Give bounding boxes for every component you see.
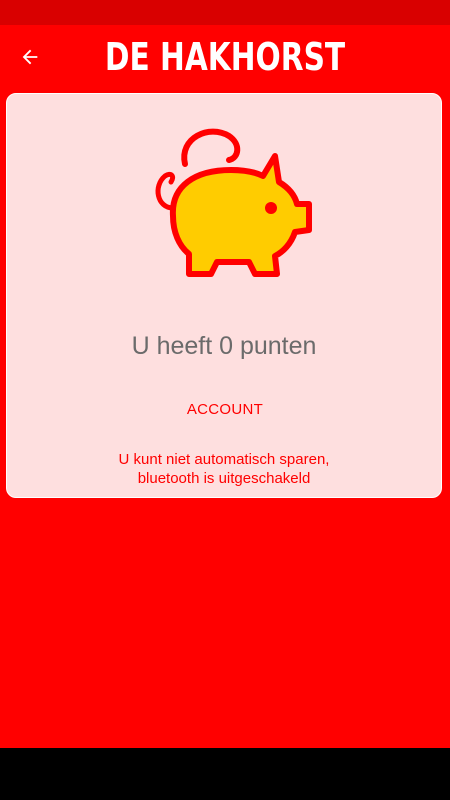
app-title: DE HAKHORST [104,35,346,79]
status-bar [0,0,450,25]
navigation-bar [0,748,450,800]
bluetooth-warning-line-2: bluetooth is uitgeschakeld [137,470,311,487]
points-balance: U heeft 0 punten [131,332,317,360]
bluetooth-warning: U kunt niet automatisch sparen, bluetoot… [27,450,421,488]
back-button[interactable] [12,39,48,75]
bluetooth-warning-line-1: U kunt niet automatisch sparen, [118,451,330,468]
piggy-bank-icon [155,128,312,277]
app-bar: DE HAKHORST [0,25,450,89]
points-card: U heeft 0 punten ACCOUNT U kunt niet aut… [6,93,442,498]
arrow-left-icon [22,49,38,65]
account-button[interactable]: ACCOUNT [167,394,283,426]
